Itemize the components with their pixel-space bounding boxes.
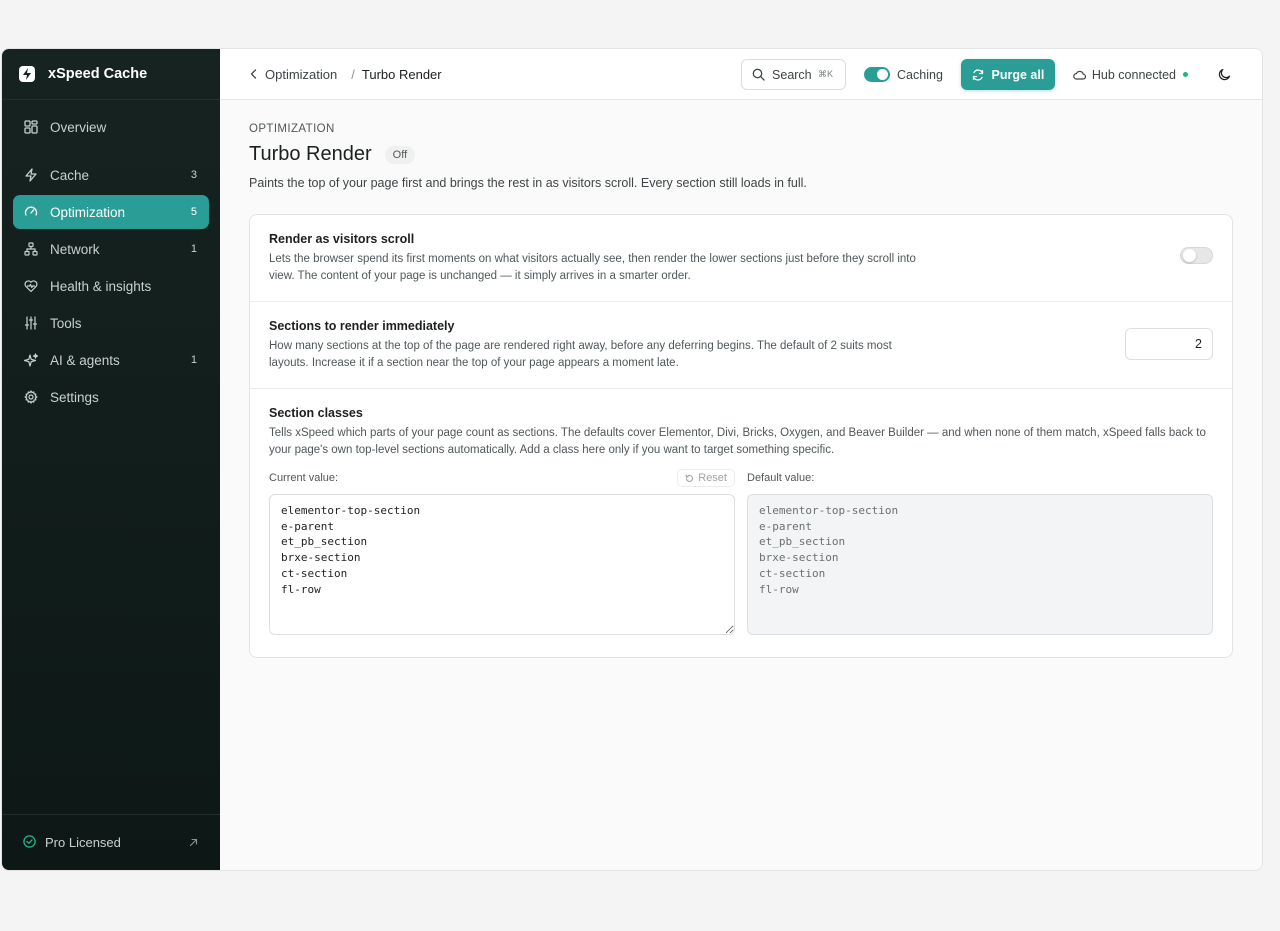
sparkle-icon bbox=[23, 352, 39, 368]
sidebar-item-count: 5 bbox=[190, 206, 197, 218]
setting-description: Lets the browser spend its first moments… bbox=[269, 253, 916, 282]
sidebar-item-overview[interactable]: Overview bbox=[13, 110, 209, 144]
page-title: Turbo Render bbox=[249, 143, 372, 165]
setting-description: Tells xSpeed which parts of your page co… bbox=[269, 427, 1206, 456]
search-shortcut: ⌘K bbox=[818, 69, 834, 79]
search-label: Search bbox=[772, 67, 812, 82]
license-status[interactable]: Pro Licensed bbox=[2, 814, 220, 870]
breadcrumb-separator: / bbox=[351, 66, 355, 82]
settings-card: Render as visitors scroll Lets the brows… bbox=[249, 214, 1233, 658]
breadcrumb-parent: Optimization bbox=[265, 66, 338, 82]
page-description: Paints the top of your page first and br… bbox=[249, 176, 807, 190]
grid-icon bbox=[23, 119, 39, 135]
gauge-icon bbox=[23, 204, 39, 220]
setting-section-classes: Section classes Tells xSpeed which parts… bbox=[250, 389, 1232, 657]
status-badge: Off bbox=[384, 145, 416, 164]
section-classes-textarea[interactable]: elementor-top-section e-parent et_pb_sec… bbox=[269, 494, 735, 635]
sidebar-item-tools[interactable]: Tools bbox=[13, 306, 209, 340]
sidebar-item-cache[interactable]: Cache 3 bbox=[13, 158, 209, 192]
check-circle-icon bbox=[23, 834, 36, 851]
reset-button[interactable]: Reset bbox=[677, 469, 735, 487]
current-value-column: Current value: Reset elementor-top-secti… bbox=[269, 468, 735, 640]
purge-label: Purge all bbox=[991, 67, 1045, 82]
sidebar-item-ai-agents[interactable]: AI & agents 1 bbox=[13, 343, 209, 377]
bolt-icon bbox=[23, 167, 39, 183]
caching-toggle[interactable]: Caching bbox=[864, 67, 943, 82]
sliders-icon bbox=[23, 315, 39, 331]
sidebar-item-label: Network bbox=[50, 241, 100, 257]
caching-label: Caching bbox=[897, 67, 943, 82]
reset-icon bbox=[685, 473, 694, 482]
sidebar-item-count: 1 bbox=[190, 243, 197, 255]
sidebar-item-optimization[interactable]: Optimization 5 bbox=[13, 195, 209, 229]
external-link-icon bbox=[189, 835, 198, 850]
default-classes-display: elementor-top-section e-parent et_pb_sec… bbox=[747, 494, 1213, 635]
hub-status[interactable]: Hub connected bbox=[1073, 68, 1188, 82]
sidebar-item-label: Optimization bbox=[50, 204, 126, 220]
toggle-switch-on[interactable] bbox=[864, 67, 891, 82]
render-scroll-toggle[interactable] bbox=[1180, 247, 1213, 264]
heart-pulse-icon bbox=[23, 278, 39, 294]
sidebar-item-label: Overview bbox=[50, 119, 107, 135]
reset-label: Reset bbox=[698, 472, 727, 484]
sidebar-item-label: Settings bbox=[50, 389, 99, 405]
theme-toggle-button[interactable] bbox=[1214, 65, 1234, 85]
topbar: Optimization / Turbo Render Search ⌘K Ca… bbox=[220, 49, 1262, 100]
chevron-left-icon bbox=[250, 69, 257, 79]
sidebar-item-network[interactable]: Network 1 bbox=[13, 232, 209, 266]
setting-title: Render as visitors scroll bbox=[269, 232, 415, 246]
online-dot bbox=[1183, 72, 1188, 77]
logo-icon bbox=[18, 65, 36, 83]
moon-icon bbox=[1218, 68, 1230, 81]
cloud-icon bbox=[1073, 70, 1086, 80]
app-window: xSpeed Cache Overview Cache 3 Optimizati… bbox=[1, 48, 1263, 871]
sidebar-item-health-insights[interactable]: Health & insights bbox=[13, 269, 209, 303]
sidebar: xSpeed Cache Overview Cache 3 Optimizati… bbox=[2, 49, 220, 870]
purge-all-button[interactable]: Purge all bbox=[960, 59, 1055, 90]
page-content: OPTIMIZATION Turbo Render Off Paints the… bbox=[220, 100, 1262, 658]
sidebar-item-count: 3 bbox=[190, 169, 197, 181]
sidebar-item-label: Cache bbox=[50, 167, 90, 183]
breadcrumb-back[interactable]: Optimization bbox=[250, 67, 337, 82]
sections-count-input[interactable] bbox=[1125, 328, 1213, 360]
network-icon bbox=[23, 241, 39, 257]
setting-title: Section classes bbox=[269, 406, 363, 420]
sidebar-item-settings[interactable]: Settings bbox=[13, 380, 209, 414]
main-panel: Optimization / Turbo Render Search ⌘K Ca… bbox=[220, 49, 1262, 870]
sidebar-item-label: AI & agents bbox=[50, 352, 120, 368]
sidebar-item-count: 1 bbox=[190, 354, 197, 366]
setting-sections-immediate: Sections to render immediately How many … bbox=[250, 302, 1232, 389]
sidebar-nav: Overview Cache 3 Optimization 5 Network … bbox=[2, 100, 220, 427]
setting-title: Sections to render immediately bbox=[269, 319, 455, 333]
current-value-label: Current value: bbox=[269, 472, 339, 484]
refresh-icon bbox=[972, 68, 983, 81]
search-icon bbox=[752, 68, 765, 81]
brand-name: xSpeed Cache bbox=[48, 66, 148, 82]
hub-label: Hub connected bbox=[1091, 67, 1176, 82]
default-value-label: Default value: bbox=[747, 472, 815, 484]
brand[interactable]: xSpeed Cache bbox=[2, 49, 220, 100]
license-label: Pro Licensed bbox=[45, 835, 121, 850]
breadcrumb-current: Turbo Render bbox=[361, 66, 442, 82]
setting-render-scroll: Render as visitors scroll Lets the brows… bbox=[250, 215, 1232, 302]
sidebar-item-label: Health & insights bbox=[50, 278, 152, 294]
page-eyebrow: OPTIMIZATION bbox=[249, 123, 335, 135]
setting-description: How many sections at the top of the page… bbox=[269, 340, 892, 369]
search-button[interactable]: Search ⌘K bbox=[741, 59, 847, 90]
default-value-column: Default value: elementor-top-section e-p… bbox=[747, 468, 1213, 640]
gear-icon bbox=[23, 389, 39, 405]
sidebar-item-label: Tools bbox=[50, 315, 82, 331]
